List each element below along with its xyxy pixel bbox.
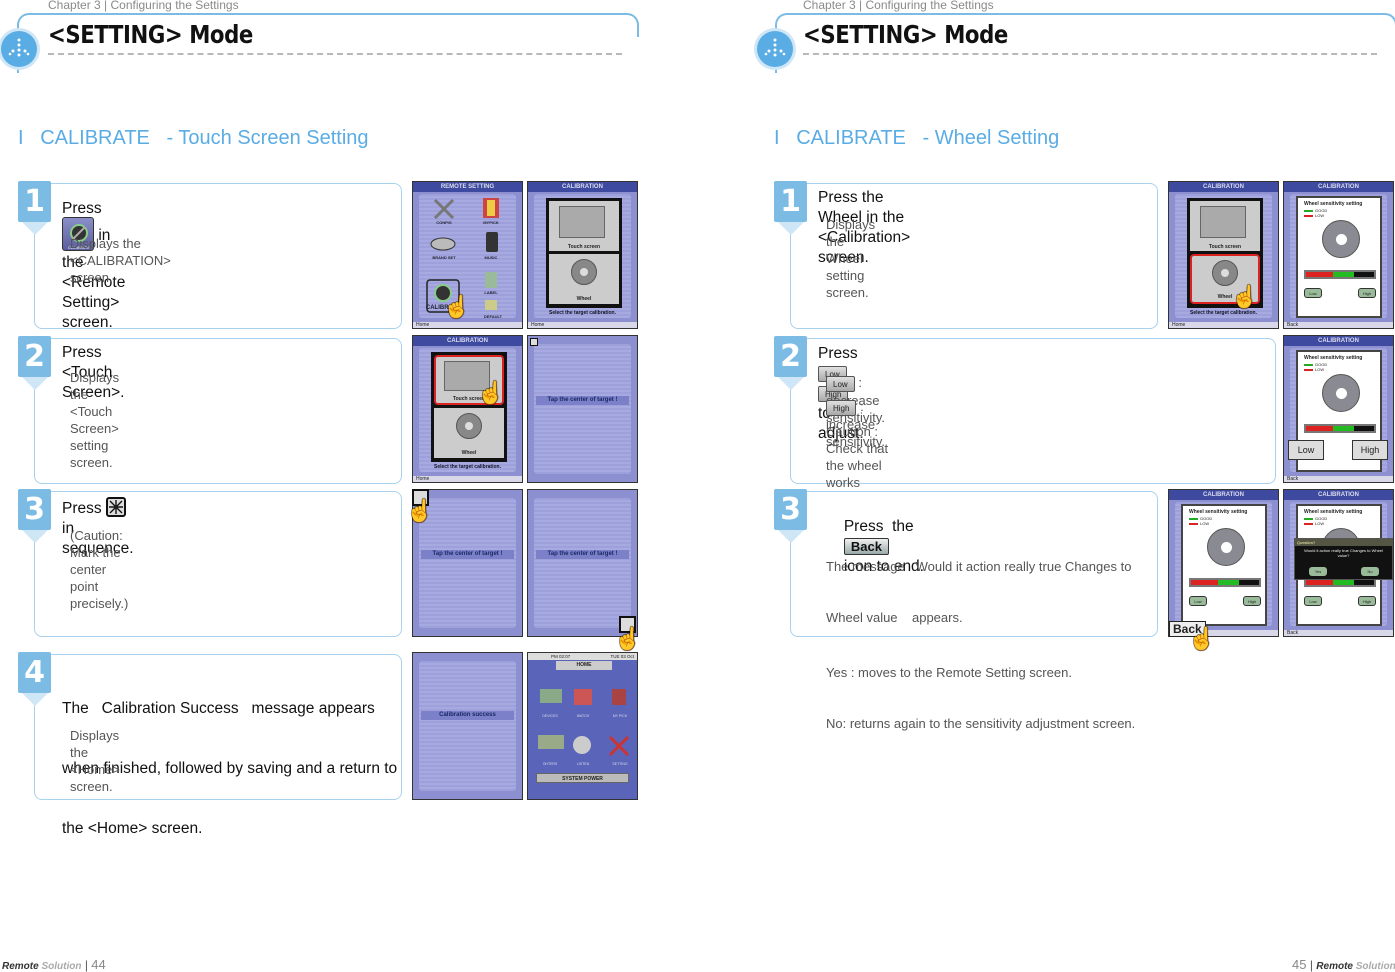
screen-title: CALIBRATION — [1169, 490, 1278, 500]
svg-text:LABEL: LABEL — [484, 290, 498, 295]
page-number: 45 — [1292, 957, 1307, 972]
step-number: 2 — [18, 336, 51, 377]
sensitivity-meter — [1189, 578, 1261, 587]
tap-hand-icon: ☝ — [406, 498, 434, 523]
target-icon — [105, 497, 126, 517]
tap-hand-icon: ☝ — [443, 294, 471, 319]
screen-title: CALIBRATION — [1284, 336, 1393, 346]
svg-text:WATCH: WATCH — [577, 714, 590, 718]
step-description: (Caution: Mark the center point precisel… — [70, 528, 129, 611]
svg-text:CONFIG: CONFIG — [436, 220, 452, 225]
section-title: I CALIBRATE - Wheel Setting — [774, 127, 1060, 149]
mode-badge-icon — [757, 31, 793, 67]
wheel-icon[interactable] — [1207, 528, 1245, 566]
screen-calibration-wheel-select: CALIBRATION Touch screen Wheel Select th… — [1168, 181, 1279, 329]
confirm-dialog: Question? Would it action really true Cha… — [1294, 538, 1393, 580]
wheel-panel: Wheel sensitivity setting GOOD LOW Low High — [1296, 196, 1382, 318]
touch-screen-option[interactable]: Touch screen — [549, 201, 619, 251]
tap-hand-icon: ☝ — [1231, 284, 1259, 309]
low-button[interactable]: Low — [1304, 596, 1322, 606]
high-button-icon: High — [826, 399, 857, 416]
mode-title: <SETTING> Mode — [48, 20, 253, 49]
header-divider — [803, 53, 1377, 55]
wheel-panel: Wheel sensitivity setting GOOD LOW Low High — [1181, 504, 1267, 626]
screen-calibration-touch: CALIBRATION Touch screen Wheel Select th… — [412, 335, 523, 483]
step-number: 1 — [774, 181, 807, 222]
step-description: The message Would it action really true … — [826, 559, 1136, 731]
screen-title: CALIBRATION — [1284, 182, 1393, 192]
home-icons: DEVICES WATCH MY PICK OHTERS LISTEN SETT… — [538, 689, 630, 766]
svg-text:MY PICK: MY PICK — [613, 714, 628, 718]
svg-text:OHTERS: OHTERS — [543, 762, 558, 766]
wheel-icon[interactable] — [1322, 220, 1360, 258]
page-number: 44 — [91, 957, 106, 972]
svg-text:SETTING: SETTING — [612, 762, 627, 766]
home-title: HOME — [556, 661, 612, 670]
wheel-option[interactable]: Wheel — [549, 254, 619, 304]
screen-calibration: CALIBRATION Touch screen Wheel Select th… — [527, 181, 638, 329]
step-number: 3 — [774, 489, 807, 530]
wheel-icon[interactable] — [1322, 374, 1360, 412]
step-description: Displays the <Touch Screen> setting scre… — [70, 370, 120, 470]
svg-text:DEFAULT: DEFAULT — [484, 314, 503, 319]
left-page: Chapter 3 | Configuring the Settings <SE… — [0, 0, 697, 972]
status-date: TUE 03 Oct — [610, 654, 634, 659]
yes-button[interactable]: Yes — [1309, 567, 1327, 576]
svg-text:BRAND SET: BRAND SET — [432, 255, 456, 260]
brand-logo: Remote Solution — [2, 961, 82, 972]
step-number: 3 — [18, 489, 51, 530]
screen-calibration-success: Calibration success — [412, 652, 523, 800]
high-button[interactable]: High — [1358, 288, 1376, 298]
sensitivity-meter — [1304, 270, 1376, 279]
target-marker-icon[interactable] — [530, 338, 538, 346]
screen-remote-setting: REMOTE SETTING CONFIG MYPICK BRAND SET M… — [412, 181, 523, 329]
screen-tap-target-1: Tap the center of target ! — [527, 335, 638, 483]
chapter-label: Chapter 3 | Configuring the Settings — [803, 0, 994, 12]
low-button-icon: Low — [826, 375, 855, 392]
sensitivity-meter — [1304, 424, 1376, 433]
screen-wheel-dialog: CALIBRATION Wheel sensitivity setting GOOD… — [1283, 489, 1394, 637]
low-button[interactable]: Low — [1304, 288, 1322, 298]
high-button[interactable]: High — [1243, 596, 1261, 606]
tap-hand-icon: ☝ — [477, 380, 505, 405]
low-button[interactable]: Low — [1189, 596, 1207, 606]
page-footer: 45 | Remote Solution — [1292, 957, 1395, 972]
screen-tap-target-3: Tap the center of target ! — [527, 489, 638, 637]
screen-title: CALIBRATION — [1284, 490, 1393, 500]
screen-wheel-setting-1: CALIBRATION Wheel sensitivity setting GOOD… — [1283, 181, 1394, 329]
step-description: Displays the Wheel setting screen. — [826, 217, 876, 300]
wheel-panel: Wheel sensitivity setting GOOD LOW Low High — [1288, 350, 1388, 472]
svg-text:MYPICK: MYPICK — [483, 220, 499, 225]
header-divider — [48, 53, 622, 55]
right-page: Chapter 3 | Configuring the Settings <SE… — [756, 0, 1395, 972]
step-description: Displays the <Home> screen. — [70, 728, 120, 794]
tap-hand-icon: ☝ — [1188, 626, 1216, 651]
step-number: 2 — [774, 336, 807, 377]
screen-wheel-setting-3: CALIBRATION Wheel sensitivity setting GOOD… — [1168, 489, 1279, 637]
page-footer: Remote Solution | 44 — [2, 957, 106, 972]
status-time: PM 02:07 — [551, 654, 571, 659]
high-button[interactable]: High — [1358, 596, 1376, 606]
no-button[interactable]: No — [1361, 567, 1379, 576]
system-power-button[interactable]: SYSTEM POWER — [536, 773, 629, 783]
svg-text:MUSIC: MUSIC — [485, 255, 498, 260]
svg-text:LISTEN: LISTEN — [577, 762, 590, 766]
chapter-label: Chapter 3 | Configuring the Settings — [48, 0, 239, 12]
mode-title: <SETTING> Mode — [803, 20, 1008, 49]
low-button[interactable]: Low — [1288, 440, 1324, 460]
svg-text:DEVICES: DEVICES — [542, 714, 558, 718]
mode-badge-icon — [1, 31, 37, 67]
section-title: I CALIBRATE - Touch Screen Setting — [18, 127, 369, 149]
step-number: 1 — [18, 181, 51, 222]
brand-logo: Remote Solution — [1316, 961, 1395, 972]
screen-home: PM 02:07 TUE 03 Oct HOME DEVICES WATCH M… — [527, 652, 638, 800]
step-number: 4 — [18, 652, 51, 693]
tap-hand-icon: ☝ — [614, 626, 642, 651]
high-button[interactable]: High — [1352, 440, 1388, 460]
screen-wheel-setting-2: CALIBRATION Wheel sensitivity setting GOOD… — [1283, 335, 1394, 483]
step-description: Displays the <CALIBRATION> screen. — [70, 236, 171, 285]
